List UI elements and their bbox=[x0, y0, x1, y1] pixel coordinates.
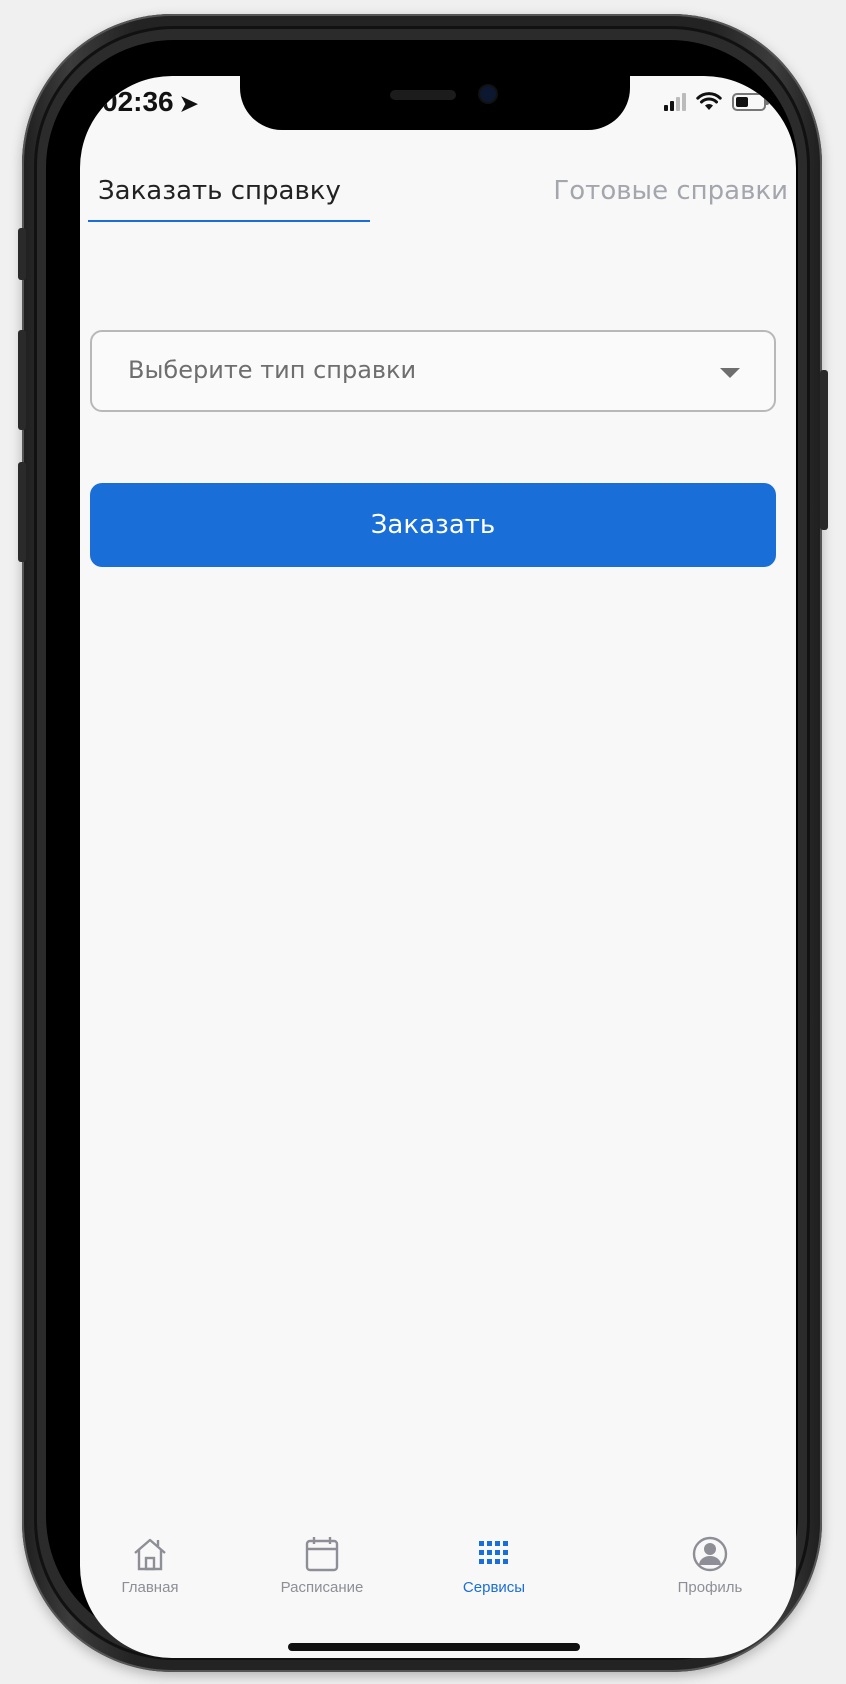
home-indicator[interactable] bbox=[288, 1643, 580, 1651]
home-icon bbox=[134, 1538, 166, 1571]
grid-dots-icon bbox=[479, 1541, 508, 1564]
battery-level bbox=[736, 97, 748, 107]
side-button-mute bbox=[18, 228, 26, 280]
nav-label-home: Главная bbox=[121, 1579, 179, 1596]
status-time: 02:36 ➤ bbox=[102, 86, 198, 118]
nav-item-profile[interactable]: Профиль bbox=[640, 1531, 780, 1596]
side-button-volume-up bbox=[18, 330, 26, 430]
certificate-type-placeholder: Выберите тип справки bbox=[128, 356, 417, 384]
device-stage: 02:36➤ Заказать справку Готовые справки bbox=[0, 0, 846, 1684]
nav-item-services[interactable]: Сервисы bbox=[424, 1531, 564, 1596]
order-button[interactable]: Заказать bbox=[90, 483, 776, 567]
active-tab-indicator bbox=[88, 220, 370, 222]
calendar-icon bbox=[305, 1537, 339, 1572]
phone-screen: 02:36➤ Заказать справку Готовые справки bbox=[80, 76, 796, 1658]
status-time-text: 02:36 bbox=[102, 86, 174, 117]
front-camera bbox=[480, 86, 496, 102]
nav-item-home[interactable]: Главная bbox=[80, 1531, 220, 1596]
cellular-signal-icon bbox=[664, 93, 686, 111]
side-button-power bbox=[820, 370, 828, 530]
battery-icon bbox=[732, 93, 769, 111]
tab-ready-certificates[interactable]: Готовые справки bbox=[553, 176, 788, 206]
nav-label-profile: Профиль bbox=[677, 1579, 743, 1596]
notch bbox=[240, 76, 630, 130]
bottom-navigation: Главная Расписание Сервисы Профиль bbox=[80, 1531, 796, 1658]
profile-icon bbox=[692, 1536, 728, 1572]
certificate-type-select[interactable]: Выберите тип справки bbox=[90, 330, 776, 412]
status-icons bbox=[664, 92, 769, 112]
nav-label-services: Сервисы bbox=[462, 1579, 526, 1596]
caret-down-icon bbox=[720, 368, 740, 378]
tab-order-certificate[interactable]: Заказать справку bbox=[98, 176, 341, 206]
side-button-volume-down bbox=[18, 462, 26, 562]
speaker-grille bbox=[390, 90, 456, 100]
location-arrow-icon: ➤ bbox=[179, 90, 199, 116]
nav-item-schedule[interactable]: Расписание bbox=[252, 1531, 392, 1596]
wifi-icon bbox=[696, 92, 722, 110]
nav-label-schedule: Расписание bbox=[280, 1579, 364, 1596]
